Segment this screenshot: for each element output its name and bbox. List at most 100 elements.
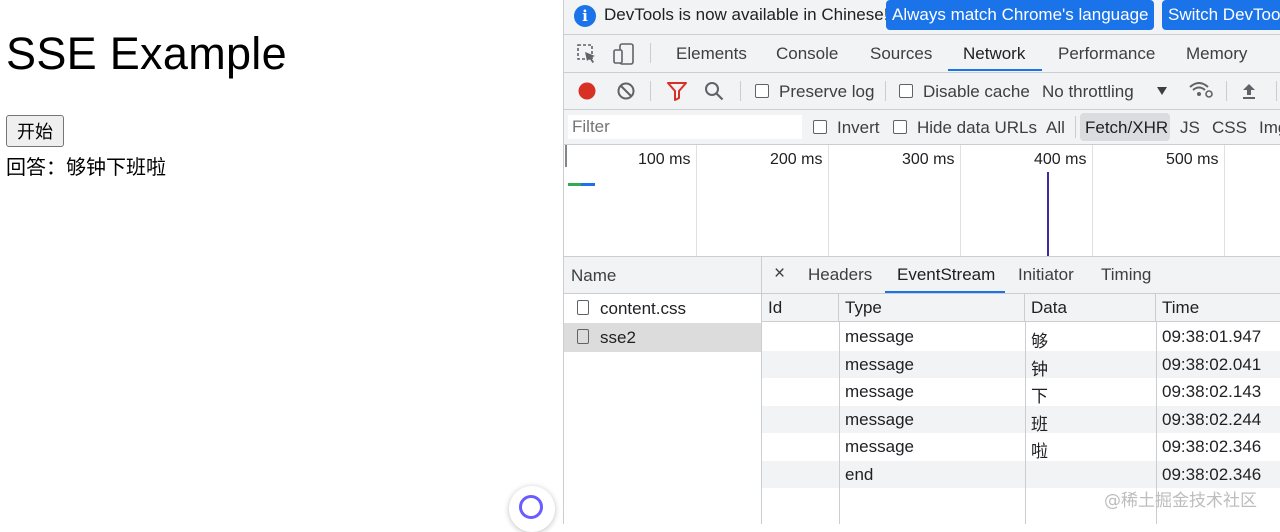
record-icon[interactable] — [577, 81, 597, 101]
timeline-start-marker — [565, 145, 567, 167]
column-divider — [839, 322, 840, 524]
filter-icon[interactable] — [666, 81, 688, 101]
tab-network[interactable]: Network — [963, 44, 1025, 64]
request-list: Name content.css sse2 — [564, 257, 762, 524]
event-type: message — [845, 409, 914, 429]
info-icon: i — [574, 5, 596, 27]
event-time: 09:38:02.143 — [1162, 382, 1262, 401]
request-detail-panel: × Headers EventStream Initiator Timing I… — [762, 257, 1280, 524]
name-column-header: Name — [571, 266, 617, 285]
device-toolbar-icon[interactable] — [612, 42, 636, 66]
tab-console[interactable]: Console — [776, 44, 838, 64]
active-tab-indicator — [948, 69, 1042, 71]
event-time: 09:38:02.244 — [1162, 409, 1262, 429]
hide-data-urls-label: Hide data URLs — [917, 118, 1038, 137]
request-row-content-css[interactable]: content.css — [564, 294, 761, 323]
tab-initiator[interactable]: Initiator — [1018, 265, 1074, 285]
detail-tab-bar: × Headers EventStream Initiator Timing — [762, 257, 1280, 294]
request-list-header[interactable]: Name — [564, 257, 761, 294]
filter-bar: Invert Hide data URLs All Fetch/XHR JS C… — [564, 110, 1280, 145]
network-timeline[interactable]: 100 ms 200 ms 300 ms 400 ms 500 ms — [564, 145, 1280, 257]
event-data: 钟 — [1031, 359, 1048, 379]
timeline-load-marker — [1047, 172, 1049, 256]
filter-type-css[interactable]: CSS — [1212, 118, 1247, 138]
page-heading: SSE Example — [6, 28, 287, 79]
filter-type-fetch-xhr[interactable]: Fetch/XHR — [1085, 118, 1168, 138]
event-type: message — [845, 354, 914, 374]
language-infobar: i DevTools is now available in Chinese! … — [564, 0, 1280, 35]
start-button[interactable]: 开始 — [6, 115, 64, 147]
column-header-time[interactable]: Time — [1156, 294, 1280, 322]
divider — [1075, 116, 1076, 138]
event-data: 啦 — [1031, 442, 1048, 461]
filter-type-all[interactable]: All — [1046, 118, 1065, 138]
file-icon — [577, 300, 589, 315]
event-time: 09:38:02.346 — [1162, 437, 1262, 456]
tab-sources[interactable]: Sources — [870, 44, 932, 64]
search-icon[interactable] — [704, 81, 724, 101]
tab-headers[interactable]: Headers — [808, 265, 872, 285]
filter-input[interactable] — [568, 115, 802, 139]
column-header-data[interactable]: Data — [1025, 294, 1156, 322]
timeline-gridline — [696, 145, 697, 256]
assistant-fab-button[interactable] — [509, 486, 555, 532]
event-data: 班 — [1031, 414, 1048, 434]
event-time: 09:38:01.947 — [1162, 327, 1262, 346]
invert-label: Invert — [837, 118, 880, 137]
import-har-icon[interactable] — [1240, 81, 1258, 101]
timeline-gridline — [960, 145, 961, 256]
network-toolbar: Preserve log Disable cache No throttling — [564, 73, 1280, 110]
inspect-element-icon[interactable] — [576, 43, 598, 65]
assistant-icon — [519, 495, 543, 519]
timeline-tick-label: 400 ms — [1034, 151, 1087, 168]
event-data: 够 — [1031, 332, 1048, 351]
tab-memory[interactable]: Memory — [1186, 44, 1247, 64]
divider — [650, 43, 651, 63]
switch-devtools-button[interactable]: Switch DevTools — [1162, 0, 1280, 30]
divider — [650, 81, 651, 101]
divider — [1276, 81, 1277, 101]
event-data: 下 — [1031, 387, 1048, 406]
tab-performance[interactable]: Performance — [1058, 44, 1155, 64]
disable-cache-checkbox[interactable] — [899, 84, 913, 98]
active-detail-tab-indicator — [885, 291, 1005, 293]
answer-text: 回答：够钟下班啦 — [6, 155, 166, 179]
event-type: message — [845, 437, 914, 456]
filter-type-img[interactable]: Img — [1259, 118, 1280, 138]
clear-icon[interactable] — [616, 81, 636, 101]
page-content: SSE Example 开始 回答：够钟下班啦 — [0, 0, 564, 532]
event-time: 09:38:02.346 — [1162, 464, 1262, 484]
tab-eventstream[interactable]: EventStream — [897, 265, 995, 285]
timeline-tick-label: 300 ms — [902, 151, 955, 168]
chevron-down-icon — [1157, 87, 1167, 95]
throttling-select[interactable]: No throttling — [1042, 82, 1134, 102]
file-icon — [577, 329, 589, 344]
always-match-language-button[interactable]: Always match Chrome's language — [886, 0, 1155, 30]
tab-timing[interactable]: Timing — [1101, 265, 1151, 285]
hide-data-urls-checkbox[interactable] — [893, 120, 907, 134]
watermark: @稀土掘金技术社区 — [1104, 491, 1257, 511]
column-header-id[interactable]: Id — [762, 294, 839, 322]
tab-elements[interactable]: Elements — [676, 44, 747, 64]
preserve-log-checkbox[interactable] — [755, 84, 769, 98]
timeline-gridline — [1224, 145, 1225, 256]
network-conditions-icon[interactable] — [1188, 79, 1214, 101]
timeline-request-bar — [581, 183, 595, 186]
request-name: sse2 — [600, 328, 636, 347]
request-row-sse2[interactable]: sse2 — [564, 323, 761, 352]
column-header-type[interactable]: Type — [839, 294, 1025, 322]
timeline-tick-label: 100 ms — [638, 151, 691, 168]
filter-type-js[interactable]: JS — [1180, 118, 1200, 138]
invert-checkbox[interactable] — [813, 120, 827, 134]
event-type: end — [845, 464, 874, 484]
event-type: message — [845, 327, 914, 346]
devtools-tab-bar: Elements Console Sources Network Perform… — [564, 35, 1280, 73]
column-divider — [1025, 322, 1026, 524]
timeline-tick-label: 200 ms — [770, 151, 823, 168]
preserve-log-label: Preserve log — [779, 82, 875, 101]
event-time: 09:38:02.041 — [1162, 354, 1262, 374]
close-icon[interactable]: × — [774, 263, 785, 285]
infobar-message: DevTools is now available in Chinese! — [604, 5, 889, 24]
timeline-request-bar — [568, 183, 581, 186]
divider — [1226, 81, 1227, 101]
